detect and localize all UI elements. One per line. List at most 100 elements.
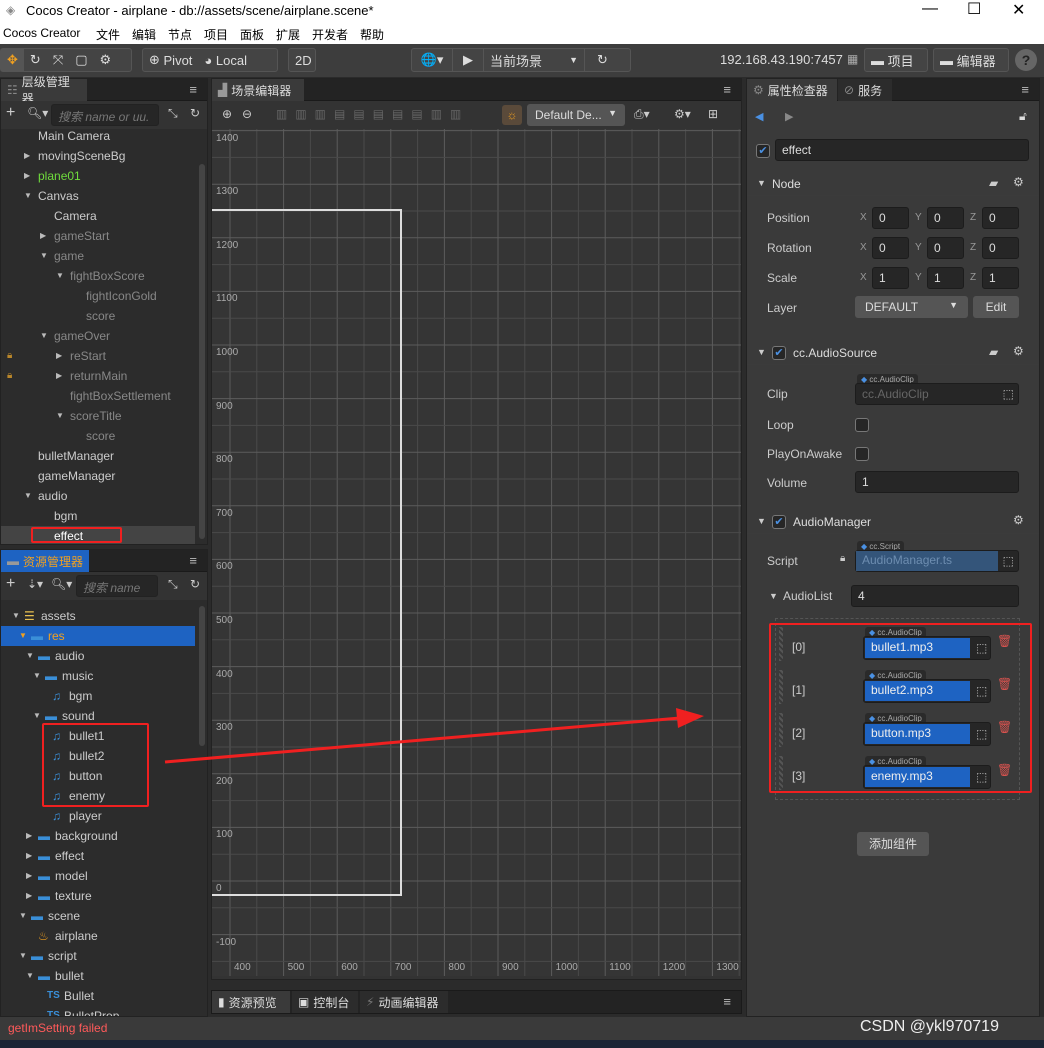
audiomanager-enabled-checkbox[interactable]: ✔ (772, 515, 786, 529)
chevron-right-icon[interactable]: ▶ (24, 166, 30, 186)
panel-menu-icon[interactable]: ≡ (189, 553, 197, 568)
lock-icon[interactable]: 🔓︎ (1019, 109, 1027, 124)
add-asset-button[interactable]: + (6, 575, 15, 593)
layer-edit-button[interactable]: Edit (973, 296, 1019, 318)
tab-scene[interactable]: ▟ 场景编辑器 (212, 79, 304, 101)
asset-item[interactable]: ▶ ▬ effect (1, 846, 195, 866)
add-component-button[interactable]: 添加组件 (857, 832, 929, 856)
hierarchy-node[interactable]: ▼ audio (1, 486, 195, 506)
asset-item[interactable]: TS Bullet (1, 986, 195, 1006)
asset-item[interactable]: TS BulletProp (1, 1006, 195, 1016)
camera-select[interactable]: Default De... ▼ (527, 104, 625, 126)
open-project-button[interactable]: ▬ 项目 (865, 49, 920, 71)
node-section-header[interactable]: ▼ Node ▰ ⚙ (747, 172, 1039, 196)
hierarchy-node[interactable]: bulletManager (1, 446, 195, 466)
scale-y-input[interactable]: 1 (927, 267, 964, 289)
position-z-input[interactable]: 0 (982, 207, 1019, 229)
position-x-input[interactable]: 0 (872, 207, 909, 229)
hierarchy-node[interactable]: ▶ movingSceneBg (1, 146, 195, 166)
chevron-down-icon[interactable]: ▼ (26, 646, 34, 666)
menu-developer[interactable]: 开发者 (312, 26, 348, 43)
gear-icon[interactable]: ⚙ (1013, 344, 1024, 358)
chevron-right-icon[interactable]: ▶ (56, 346, 62, 366)
asset-item[interactable]: ▼ ☰ assets (1, 606, 195, 626)
back-icon[interactable]: ◀ (755, 110, 763, 123)
move-tool-icon[interactable]: ✥ (1, 49, 24, 71)
maximize-view-icon[interactable]: ⊞ (708, 107, 718, 121)
asset-item[interactable]: ♫ bgm (1, 686, 195, 706)
chevron-right-icon[interactable]: ▶ (24, 146, 30, 166)
chevron-down-icon[interactable]: ▼ (56, 406, 64, 426)
platform-globe-icon[interactable]: 🌐▾ (412, 49, 452, 71)
collapse-all-icon[interactable]: ⤡ (168, 577, 178, 592)
asset-item[interactable]: ♫ player (1, 806, 195, 826)
asset-item[interactable]: ▶ ▬ texture (1, 886, 195, 906)
asset-item[interactable]: ▼ ▬ res (1, 626, 195, 646)
chevron-down-icon[interactable]: ▼ (19, 626, 27, 646)
rotate-tool-icon[interactable]: ↻ (24, 49, 47, 71)
scene-viewport[interactable]: 400 500 600 700 800 900 1000 1100 1200 1300 1400 13… (212, 129, 741, 976)
chevron-right-icon[interactable]: ▶ (26, 886, 32, 906)
chevron-down-icon[interactable]: ▼ (33, 706, 41, 726)
hierarchy-node[interactable]: ▼ Canvas (1, 186, 195, 206)
chevron-down-icon[interactable]: ▼ (12, 606, 20, 626)
chevron-right-icon[interactable]: ▶ (26, 866, 32, 886)
tab-asset-preview[interactable]: ▮ 资源预览 (212, 991, 290, 1013)
hierarchy-node[interactable]: ▶ 🔒︎ reStart (1, 346, 195, 366)
hierarchy-scrollbar[interactable] (199, 164, 205, 539)
node-name-input[interactable]: effect (775, 139, 1029, 161)
asset-item[interactable]: ▼ ▬ music (1, 666, 195, 686)
maximize-button[interactable]: ☐ (967, 0, 981, 19)
refresh-icon[interactable]: ↻ (190, 106, 200, 120)
open-editor-button[interactable]: ▬ 编辑器 (934, 49, 1002, 71)
lock-icon[interactable]: 🔒︎ (7, 346, 12, 366)
search-type-icon[interactable]: 🔍︎▾ (51, 577, 72, 591)
menu-project[interactable]: 项目 (204, 26, 228, 43)
clip-field[interactable]: cc.AudioClip ⬚ (855, 383, 1019, 405)
hierarchy-node[interactable]: Main Camera (1, 129, 195, 146)
tab-assets[interactable]: ▬ 资源管理器 (1, 550, 89, 572)
settings-icon[interactable]: ⚙▾ (674, 107, 691, 121)
camera-icon[interactable]: ⎙▾ (634, 107, 650, 122)
add-node-button[interactable]: + (6, 104, 15, 122)
audiosource-enabled-checkbox[interactable]: ✔ (772, 346, 786, 360)
pivot-button[interactable]: ⊕ Pivot (143, 49, 198, 71)
chevron-right-icon[interactable]: ▶ (26, 846, 32, 866)
assets-scrollbar[interactable] (199, 606, 205, 746)
gear-icon[interactable]: ⚙ (1013, 513, 1024, 527)
chevron-down-icon[interactable]: ▼ (40, 326, 48, 346)
qrcode-icon[interactable]: ▦ (847, 52, 858, 66)
asset-item[interactable]: ▶ ▬ background (1, 826, 195, 846)
chevron-down-icon[interactable]: ▼ (33, 666, 41, 686)
refresh-icon[interactable]: ↻ (584, 49, 620, 71)
menu-node[interactable]: 节点 (168, 26, 192, 43)
chevron-down-icon[interactable]: ▼ (24, 186, 32, 206)
gear-icon[interactable]: ⚙ (94, 49, 118, 71)
asset-item[interactable]: ▼ ▬ script (1, 946, 195, 966)
node-active-checkbox[interactable]: ✔ (756, 144, 770, 158)
scale-tool-icon[interactable]: ⤧ (47, 49, 69, 71)
asset-item[interactable]: ♨ airplane (1, 926, 195, 946)
close-button[interactable]: ✕ (1012, 0, 1025, 20)
volume-input[interactable]: 1 (855, 471, 1019, 493)
forward-icon[interactable]: ▶ (785, 110, 793, 123)
hierarchy-node[interactable]: fightBoxSettlement (1, 386, 195, 406)
loop-checkbox[interactable] (855, 418, 869, 432)
chevron-down-icon[interactable]: ▼ (26, 966, 34, 986)
panel-menu-icon[interactable]: ≡ (1021, 82, 1029, 97)
doc-icon[interactable]: ▰ (989, 345, 998, 359)
hierarchy-node[interactable]: ▼ gameOver (1, 326, 195, 346)
refresh-icon[interactable]: ↻ (190, 577, 200, 591)
menu-panel[interactable]: 面板 (240, 26, 264, 43)
rotation-z-input[interactable]: 0 (982, 237, 1019, 259)
chevron-down-icon[interactable]: ▼ (56, 266, 64, 286)
align-tools-icon[interactable]: ▥▥▥▤▤▤▤▤▥▥ (276, 107, 469, 121)
script-field[interactable]: AudioManager.ts ⬚ (855, 550, 1019, 572)
pick-asset-icon[interactable]: ⬚ (1003, 554, 1014, 568)
asset-item[interactable]: ▼ ▬ bullet (1, 966, 195, 986)
chevron-down-icon[interactable]: ▼ (40, 246, 48, 266)
hierarchy-node[interactable]: ▼ scoreTitle (1, 406, 195, 426)
menu-extension[interactable]: 扩展 (276, 26, 300, 43)
collapse-all-icon[interactable]: ⤡ (168, 106, 178, 121)
minimize-button[interactable]: — (922, 0, 938, 18)
